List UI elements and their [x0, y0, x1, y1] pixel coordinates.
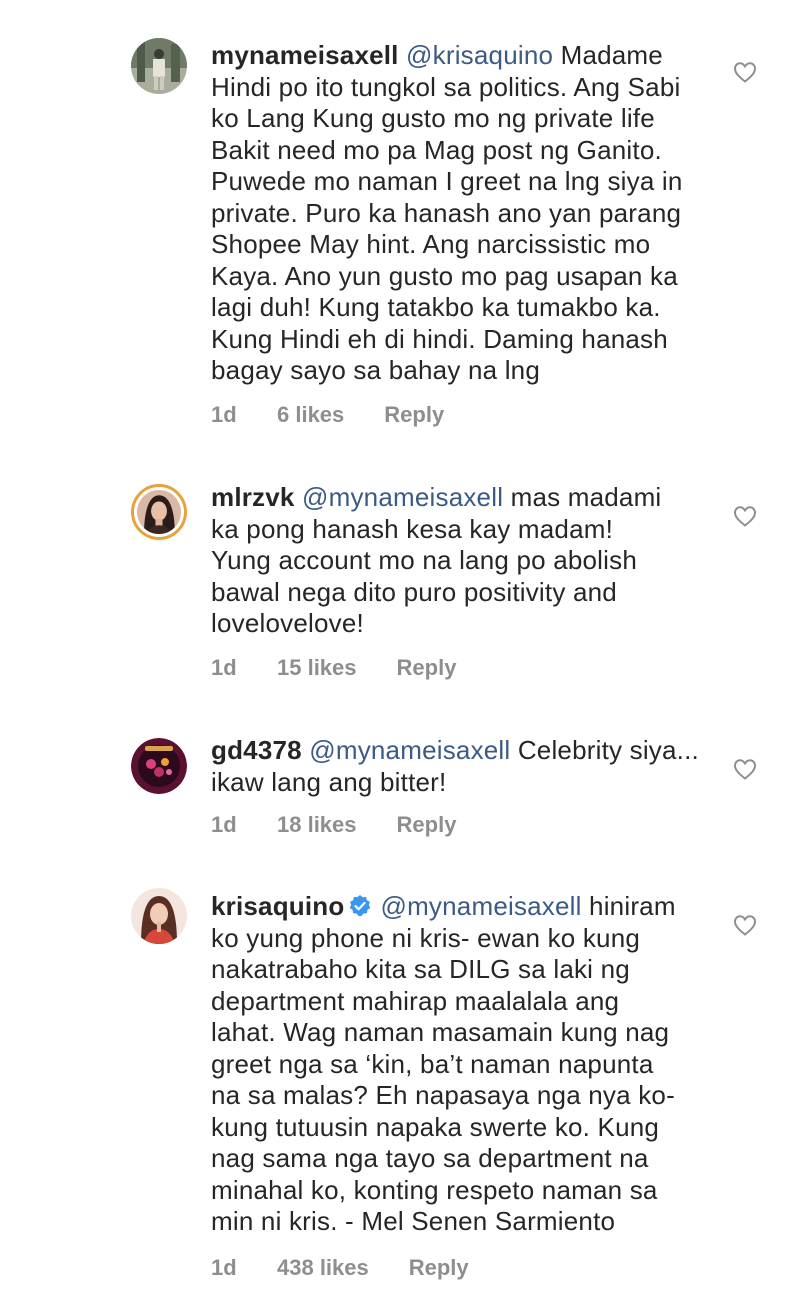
- comment-line: nakatrabaho kita sa DILG sa laki ng: [211, 954, 630, 984]
- comment-likes[interactable]: 18 likes: [277, 812, 357, 838]
- comment-timestamp: 1d: [211, 812, 237, 837]
- comment-mention[interactable]: @krisaquino: [406, 40, 553, 70]
- comment-line: Bakit need mo pa Mag post ng Ganito.: [211, 134, 662, 165]
- comment-line: nag sama nga tayo sa department na: [211, 1143, 649, 1173]
- comment-timestamp: 1d: [211, 655, 237, 680]
- comment-likes[interactable]: 15 likes: [277, 655, 357, 681]
- reply-button[interactable]: Reply: [409, 1255, 469, 1281]
- comment-meta: 1d 15 likes Reply: [211, 655, 456, 681]
- comment-line: Hindi po ito tungkol sa politics. Ang Sa…: [211, 71, 681, 102]
- comment-meta: 1d 6 likes Reply: [211, 402, 444, 428]
- comment-meta: 1d 438 likes Reply: [211, 1255, 469, 1281]
- comment-username[interactable]: mlrzvk: [211, 482, 295, 512]
- comment-mention[interactable]: @mynameisaxell: [302, 482, 503, 512]
- comment-line: department mahirap maalalala ang: [211, 985, 620, 1016]
- comment-line: greet nga sa ‘kin, ba’t naman napunta: [211, 1048, 654, 1079]
- comment-text: krisaquino @mynameisaxell hiniram ko yung…: [211, 891, 711, 1238]
- comment-line: minahal ko, konting respeto naman sa: [211, 1174, 658, 1205]
- comment-line: Yung account mo na lang po abolish: [211, 545, 637, 575]
- heart-outline-icon[interactable]: [733, 61, 757, 83]
- comment-username[interactable]: gd4378: [211, 735, 302, 765]
- comment-line: ka pong hanash kesa kay madam!: [211, 513, 614, 544]
- heart-outline-icon[interactable]: [733, 505, 757, 527]
- comment-line: ko yung phone ni kris- ewan ko kung: [211, 922, 641, 953]
- comment-likes[interactable]: 6 likes: [277, 402, 344, 428]
- avatar-image: [131, 38, 187, 94]
- comment-body: hiniram: [581, 891, 676, 921]
- comment-mention[interactable]: @mynameisaxell: [309, 735, 510, 765]
- avatar[interactable]: [131, 738, 187, 794]
- comment-body: Madame: [553, 40, 663, 70]
- verified-badge-icon: [350, 895, 371, 917]
- comment-line: na sa malas? Eh napasaya nga nya ko-: [211, 1080, 675, 1110]
- comment-body: Celebrity siya...: [510, 735, 699, 765]
- comment-timestamp: 1d: [211, 402, 237, 427]
- comment-line: Shopee May hint. Ang narcissistic mo: [211, 229, 651, 259]
- comment-line: private. Puro ka hanash ano yan parang: [211, 197, 682, 228]
- avatar-image: [137, 490, 181, 534]
- comment-line: Kaya. Ano yun gusto mo pag usapan ka: [211, 260, 678, 291]
- avatar[interactable]: [131, 888, 187, 944]
- avatar-image: [131, 888, 187, 944]
- comment-line: kung tutuusin napaka swerte ko. Kung: [211, 1111, 660, 1142]
- comment-body: mas madami: [503, 482, 662, 512]
- comment-line: ko Lang Kung gusto mo ng private life: [211, 103, 655, 133]
- comment-line: Puwede mo naman I greet na lng siya in: [211, 166, 683, 196]
- comment-mention[interactable]: @mynameisaxell: [380, 891, 581, 921]
- avatar[interactable]: [131, 484, 187, 540]
- comment-text: mynameisaxell @krisaquino Madame Hindi p…: [211, 40, 711, 387]
- reply-button[interactable]: Reply: [384, 402, 444, 428]
- heart-outline-icon[interactable]: [733, 758, 757, 780]
- comment-username[interactable]: mynameisaxell: [211, 40, 399, 70]
- comment-likes[interactable]: 438 likes: [277, 1255, 369, 1281]
- reply-button[interactable]: Reply: [397, 812, 457, 838]
- comment-text: mlrzvk @mynameisaxell mas madami ka pong…: [211, 482, 711, 640]
- avatar[interactable]: [131, 38, 187, 94]
- comment-line: lovelovelove!: [211, 608, 364, 638]
- comment-timestamp: 1d: [211, 1255, 237, 1280]
- comment-line: bawal nega dito puro positivity and: [211, 576, 617, 607]
- comment-line: lahat. Wag naman masamain kung nag: [211, 1017, 670, 1047]
- comment-line: bagay sayo sa bahay na lng: [211, 355, 540, 385]
- comment-line: lagi duh! Kung tatakbo ka tumakbo ka.: [211, 292, 661, 322]
- avatar-image: [131, 738, 187, 794]
- heart-outline-icon[interactable]: [733, 914, 757, 936]
- comment-meta: 1d 18 likes Reply: [211, 812, 456, 838]
- comment-line: Kung Hindi eh di hindi. Daming hanash: [211, 323, 668, 354]
- comment-line: ikaw lang ang bitter!: [211, 766, 447, 797]
- reply-button[interactable]: Reply: [397, 655, 457, 681]
- comment-line: min ni kris. - Mel Senen Sarmiento: [211, 1206, 616, 1236]
- comment-username[interactable]: krisaquino: [211, 891, 344, 921]
- comment-text: gd4378 @mynameisaxell Celebrity siya... …: [211, 735, 711, 798]
